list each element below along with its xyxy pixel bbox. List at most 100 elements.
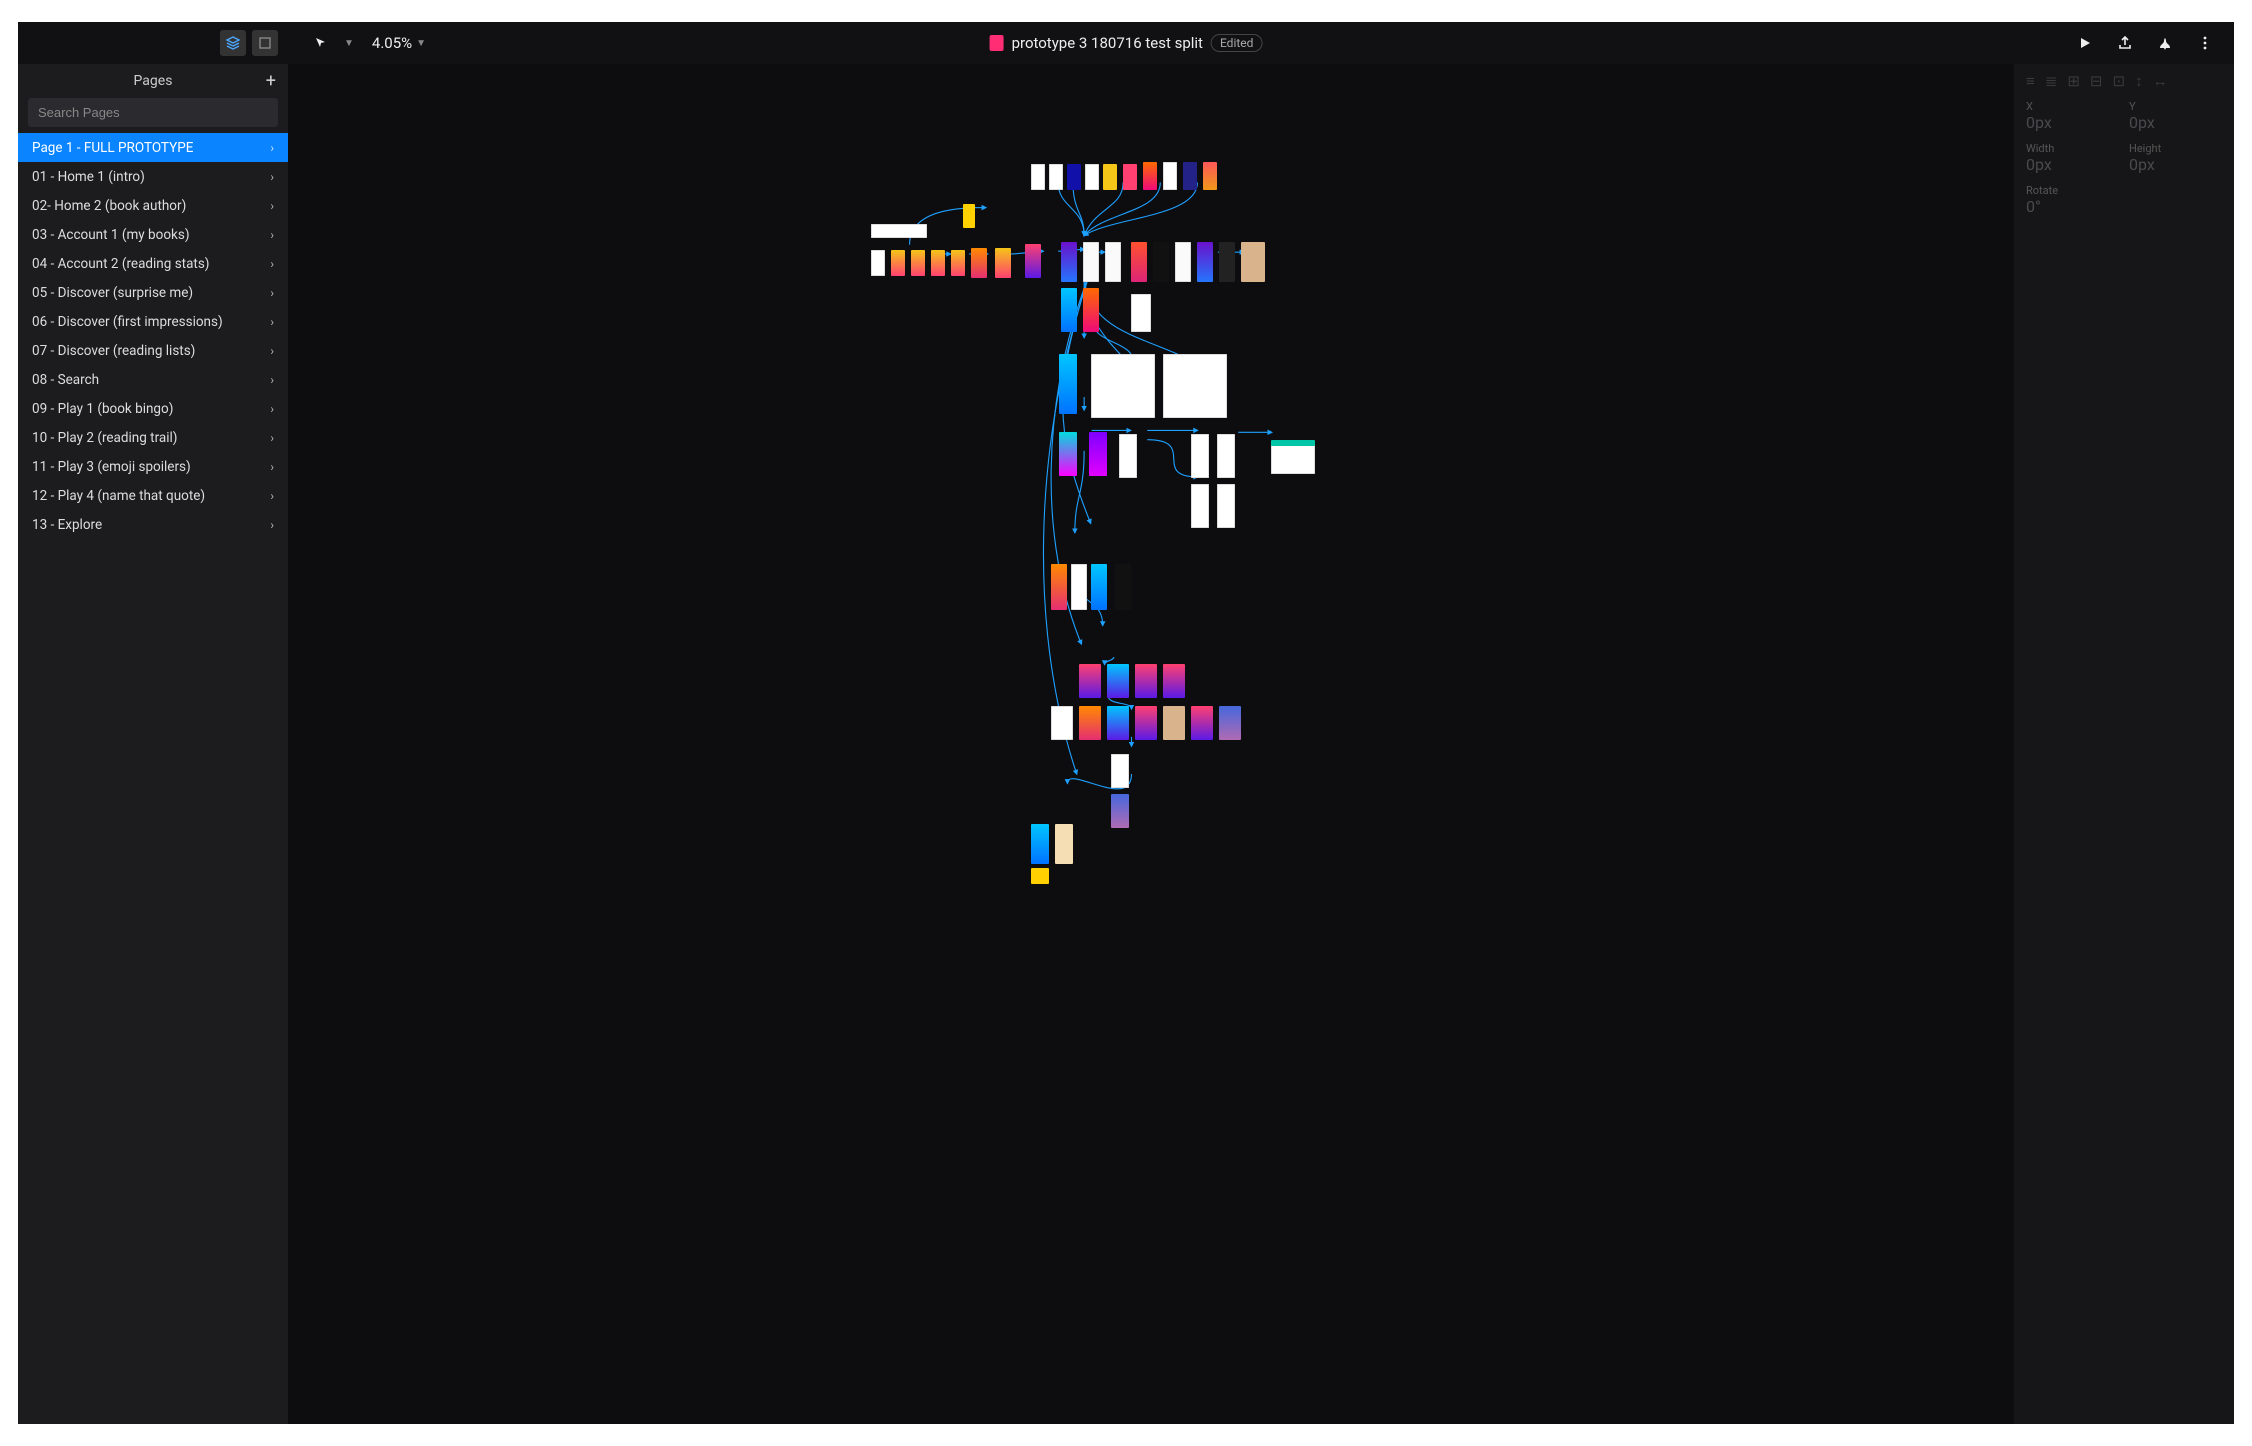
height-value[interactable]: 0px [2129, 155, 2222, 174]
align-icon[interactable]: ⊞ [2067, 72, 2080, 90]
align-icon[interactable]: ↕ [2135, 72, 2143, 90]
artboard-thumbnail[interactable] [971, 248, 987, 278]
artboard-thumbnail[interactable] [1107, 706, 1129, 740]
artboard-thumbnail[interactable] [1071, 564, 1087, 610]
artboard-thumbnail[interactable] [1049, 164, 1063, 190]
artboard-thumbnail[interactable] [1031, 868, 1049, 884]
artboard-thumbnail[interactable] [1091, 564, 1107, 610]
artboard-thumbnail[interactable] [1191, 706, 1213, 740]
artboard-thumbnail[interactable] [1163, 354, 1227, 418]
align-icon[interactable]: ≣ [2045, 72, 2058, 90]
artboard-thumbnail[interactable] [1241, 242, 1265, 282]
artboard-thumbnail[interactable] [1085, 164, 1099, 190]
play-preview-button[interactable] [2072, 30, 2098, 56]
artboard-thumbnail[interactable] [1203, 162, 1217, 190]
artboard-thumbnail[interactable] [1183, 162, 1197, 190]
artboard-thumbnail[interactable] [1271, 440, 1315, 446]
artboard-thumbnail[interactable] [1103, 164, 1117, 190]
artboard-thumbnail[interactable] [995, 248, 1011, 278]
artboard-thumbnail[interactable] [963, 204, 975, 228]
artboard-thumbnail[interactable] [1055, 824, 1073, 864]
artboard-thumbnail[interactable] [1067, 164, 1081, 190]
artboard-thumbnail[interactable] [1219, 242, 1235, 282]
more-menu-button[interactable] [2192, 30, 2218, 56]
artboard-thumbnail[interactable] [1031, 824, 1049, 864]
artboard-thumbnail[interactable] [911, 250, 925, 276]
artboard-thumbnail[interactable] [1059, 354, 1077, 414]
artboard-thumbnail[interactable] [1197, 242, 1213, 282]
canvas[interactable] [288, 64, 2014, 1424]
artboard-thumbnail[interactable] [1105, 242, 1121, 282]
artboard-thumbnail[interactable] [1061, 242, 1077, 282]
artboard-thumbnail[interactable] [871, 224, 927, 238]
artboard-thumbnail[interactable] [931, 250, 945, 276]
artboard-thumbnail[interactable] [1031, 164, 1045, 190]
zoom-level[interactable]: 4.05% ▼ [372, 34, 426, 52]
artboard-thumbnail[interactable] [1163, 664, 1185, 698]
page-item[interactable]: 13 - Explore› [18, 510, 288, 539]
add-page-button[interactable]: + [266, 71, 276, 92]
artboard-thumbnail[interactable] [1191, 434, 1209, 478]
layers-panel-toggle[interactable] [220, 30, 246, 56]
artboard-thumbnail[interactable] [1061, 288, 1077, 332]
page-item[interactable]: 03 - Account 1 (my books)› [18, 220, 288, 249]
tool-dropdown-caret[interactable]: ▼ [344, 38, 354, 49]
page-item[interactable]: 07 - Discover (reading lists)› [18, 336, 288, 365]
page-item[interactable]: 02- Home 2 (book author)› [18, 191, 288, 220]
page-item[interactable]: 06 - Discover (first impressions)› [18, 307, 288, 336]
artboard-thumbnail[interactable] [1135, 664, 1157, 698]
artboard-thumbnail[interactable] [1219, 706, 1241, 740]
align-icon[interactable]: ≡ [2026, 72, 2035, 90]
artboard-thumbnail[interactable] [1217, 484, 1235, 528]
artboard-thumbnail[interactable] [1111, 794, 1129, 828]
artboard-thumbnail[interactable] [1079, 706, 1101, 740]
artboard-thumbnail[interactable] [1131, 242, 1147, 282]
artboard-thumbnail[interactable] [1083, 242, 1099, 282]
artboard-thumbnail[interactable] [1143, 162, 1157, 190]
align-icon[interactable]: ⊟ [2090, 72, 2103, 90]
artboard-thumbnail[interactable] [1051, 564, 1067, 610]
y-value[interactable]: 0px [2129, 113, 2222, 132]
artboard-thumbnail[interactable] [871, 250, 885, 276]
x-value[interactable]: 0px [2026, 113, 2119, 132]
select-tool[interactable] [308, 30, 334, 56]
artboard-thumbnail[interactable] [1163, 706, 1185, 740]
artboard-thumbnail[interactable] [1191, 484, 1209, 528]
document-title[interactable]: prototype 3 180716 test split [1012, 34, 1203, 52]
page-item[interactable]: 08 - Search› [18, 365, 288, 394]
width-value[interactable]: 0px [2026, 155, 2119, 174]
align-icon[interactable]: ⊡ [2113, 72, 2126, 90]
page-item[interactable]: 11 - Play 3 (emoji spoilers)› [18, 452, 288, 481]
align-icon[interactable]: ↔ [2153, 72, 2168, 90]
page-list[interactable]: Page 1 - FULL PROTOTYPE›01 - Home 1 (int… [18, 133, 288, 539]
artboard-thumbnail[interactable] [1131, 294, 1151, 332]
artboard-thumbnail[interactable] [1135, 706, 1157, 740]
artboard-thumbnail[interactable] [1089, 432, 1107, 476]
artboard-thumbnail[interactable] [1119, 434, 1137, 478]
artboard-thumbnail[interactable] [1217, 434, 1235, 478]
page-item[interactable]: 09 - Play 1 (book bingo)› [18, 394, 288, 423]
artboard-thumbnail[interactable] [1025, 244, 1041, 278]
artboard-thumbnail[interactable] [1111, 754, 1129, 788]
page-item[interactable]: 01 - Home 1 (intro)› [18, 162, 288, 191]
share-button[interactable] [2112, 30, 2138, 56]
page-item[interactable]: 05 - Discover (surprise me)› [18, 278, 288, 307]
artboard-thumbnail[interactable] [1163, 162, 1177, 190]
artboard-thumbnail[interactable] [1107, 664, 1129, 698]
rotate-value[interactable]: 0° [2026, 197, 2119, 216]
artboard-thumbnail[interactable] [1175, 242, 1191, 282]
page-item[interactable]: 10 - Play 2 (reading trail)› [18, 423, 288, 452]
artboard-thumbnail[interactable] [1271, 444, 1315, 474]
artboard-thumbnail[interactable] [1051, 706, 1073, 740]
artboard-thumbnail[interactable] [1059, 432, 1077, 476]
page-item[interactable]: 04 - Account 2 (reading stats)› [18, 249, 288, 278]
artboard-thumbnail[interactable] [1153, 242, 1169, 282]
artboard-thumbnail[interactable] [1115, 564, 1131, 610]
page-item[interactable]: Page 1 - FULL PROTOTYPE› [18, 133, 288, 162]
artboard-thumbnail[interactable] [891, 250, 905, 276]
artboard-thumbnail[interactable] [1091, 354, 1155, 418]
artboard-thumbnail[interactable] [1083, 288, 1099, 332]
publish-button[interactable] [2152, 30, 2178, 56]
page-item[interactable]: 12 - Play 4 (name that quote)› [18, 481, 288, 510]
search-pages-input[interactable] [28, 98, 278, 127]
